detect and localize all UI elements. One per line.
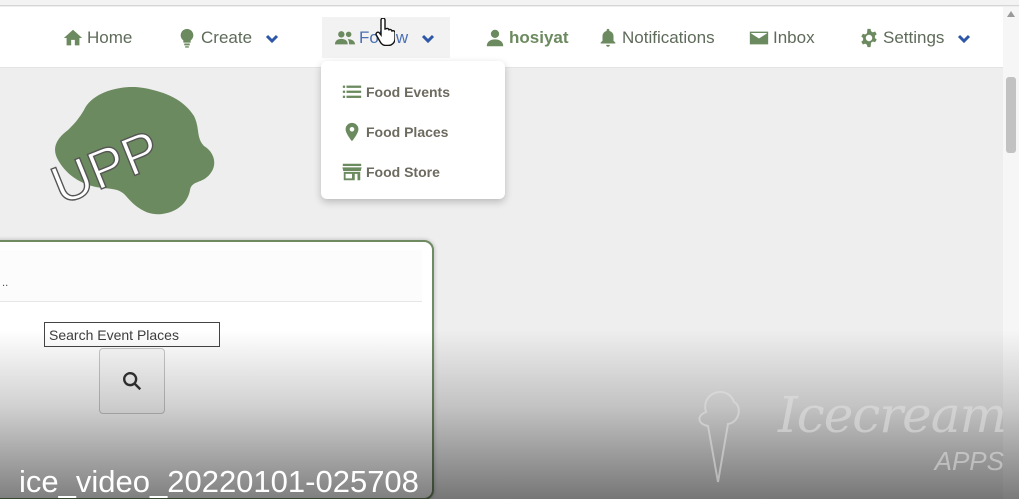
scrollbar-thumb[interactable] <box>1006 77 1016 153</box>
nav-notifications-label: Notifications <box>622 27 715 47</box>
nav-home[interactable]: Home <box>62 7 132 68</box>
nav-settings-label: Settings <box>883 27 945 47</box>
gear-icon <box>858 27 880 49</box>
nav-inbox[interactable]: Inbox <box>748 7 815 68</box>
search-icon <box>123 372 142 391</box>
mail-icon <box>748 27 770 49</box>
store-icon <box>341 161 363 183</box>
chevron-down-icon[interactable] <box>264 30 280 46</box>
chevron-down-icon[interactable] <box>420 30 436 46</box>
watermark-sub: APPS <box>934 446 1004 476</box>
bell-icon <box>597 27 619 49</box>
nav-home-label: Home <box>87 27 133 47</box>
nav-settings[interactable]: Settings <box>858 7 972 68</box>
search-event-places-input[interactable] <box>44 322 220 347</box>
scroll-up-arrow-icon[interactable] <box>1007 11 1015 17</box>
event-search-card: .. <box>0 240 434 499</box>
menu-item-food-store[interactable]: Food Store <box>341 159 440 185</box>
menu-item-label: Food Store <box>366 164 440 180</box>
people-icon <box>334 27 356 49</box>
chevron-down-icon[interactable] <box>956 30 972 46</box>
menu-item-label: Food Places <box>366 124 449 140</box>
card-header: .. <box>0 250 422 302</box>
window-top-border <box>0 0 1019 6</box>
search-button[interactable] <box>99 348 165 414</box>
upp-puzzle-logo: UPP <box>42 82 216 218</box>
map-pin-icon <box>341 121 363 143</box>
menu-item-food-places[interactable]: Food Places <box>341 119 448 145</box>
hand-cursor-icon <box>375 18 395 46</box>
nav-inbox-label: Inbox <box>773 27 815 47</box>
home-icon <box>62 27 84 49</box>
nav-notifications[interactable]: Notifications <box>597 7 715 68</box>
list-icon <box>341 81 363 103</box>
user-icon <box>484 27 506 49</box>
top-navbar: Home Create Follow hosiyat Notifications <box>0 7 1003 68</box>
video-caption: ice_video_20220101-025708 <box>19 464 419 499</box>
nav-user-label: hosiyat <box>509 27 569 47</box>
lightbulb-icon <box>176 27 198 49</box>
nav-create[interactable]: Create <box>176 7 280 68</box>
menu-item-food-events[interactable]: Food Events <box>341 79 450 105</box>
menu-item-label: Food Events <box>366 84 451 100</box>
follow-dropdown-menu: Food Events Food Places Food Store <box>321 61 505 199</box>
ice-cream-cone-icon <box>698 391 740 483</box>
nav-user-profile[interactable]: hosiyat <box>484 7 569 68</box>
watermark-brand: Icecream <box>777 386 1007 444</box>
nav-create-label: Create <box>201 27 253 47</box>
card-header-text: .. <box>2 278 9 289</box>
icecream-apps-watermark: Icecream APPS <box>686 378 1016 488</box>
